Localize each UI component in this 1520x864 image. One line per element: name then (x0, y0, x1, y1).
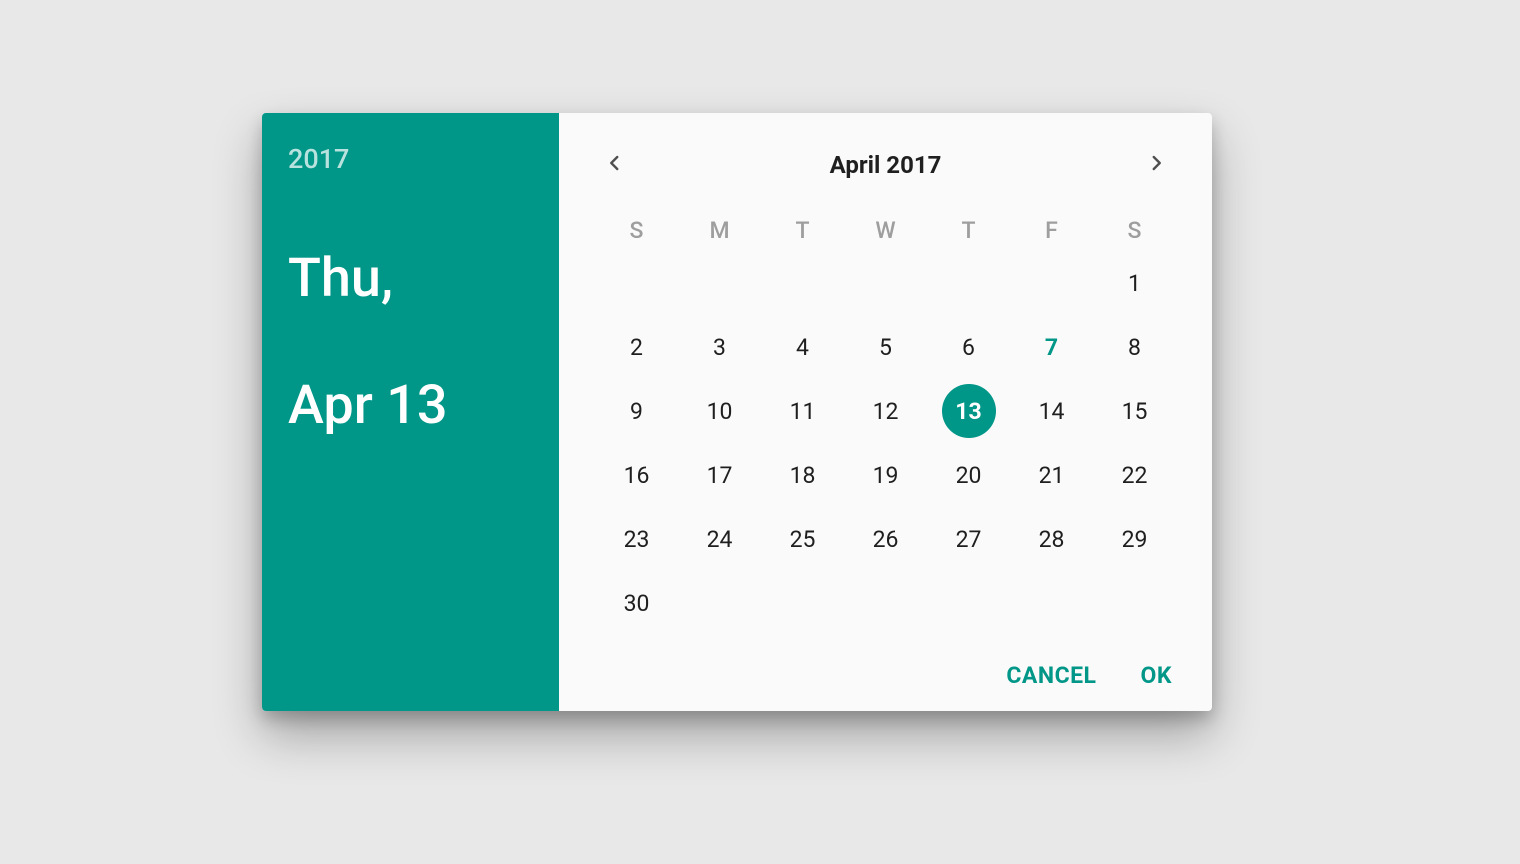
calendar-day[interactable]: 15 (1093, 381, 1176, 441)
calendar-day[interactable]: 1 (1093, 253, 1176, 313)
day-number: 11 (790, 398, 816, 425)
day-number: 3 (713, 334, 726, 361)
date-picker-dialog: 2017 Thu, Apr 13 April 2017 SMTWTFS 1234… (262, 113, 1212, 711)
cancel-button[interactable]: CANCEL (1006, 662, 1096, 689)
calendar-day[interactable]: 13 (927, 381, 1010, 441)
day-number: 16 (624, 462, 650, 489)
weekday-label: M (678, 207, 761, 253)
calendar-panel: April 2017 SMTWTFS 123456789101112131415… (559, 113, 1212, 711)
dialog-actions: CANCEL OK (595, 642, 1176, 689)
day-number: 27 (956, 526, 982, 553)
calendar-day[interactable]: 28 (1010, 509, 1093, 569)
calendar-day[interactable]: 4 (761, 317, 844, 377)
calendar-day[interactable]: 5 (844, 317, 927, 377)
selected-date-line1: Thu, (288, 247, 393, 310)
day-number: 21 (1039, 462, 1065, 489)
calendar-day[interactable]: 8 (1093, 317, 1176, 377)
calendar-day[interactable]: 29 (1093, 509, 1176, 569)
weekday-label: F (1010, 207, 1093, 253)
calendar-day[interactable]: 6 (927, 317, 1010, 377)
day-number: 4 (796, 334, 809, 361)
day-number: 19 (873, 462, 899, 489)
calendar-day[interactable]: 22 (1093, 445, 1176, 505)
empty-day-cell (927, 253, 1010, 313)
calendar-day[interactable]: 3 (678, 317, 761, 377)
day-number: 28 (1039, 526, 1065, 553)
day-number: 12 (873, 398, 899, 425)
day-number: 10 (707, 398, 733, 425)
day-number: 15 (1122, 398, 1148, 425)
ok-button[interactable]: OK (1141, 662, 1172, 689)
day-number: 13 (955, 398, 981, 425)
calendar-day[interactable]: 10 (678, 381, 761, 441)
day-number: 2 (630, 334, 643, 361)
day-number: 25 (790, 526, 816, 553)
month-year-label: April 2017 (830, 151, 942, 179)
calendar-day[interactable]: 23 (595, 509, 678, 569)
next-month-button[interactable] (1136, 145, 1176, 185)
calendar-day[interactable]: 27 (927, 509, 1010, 569)
empty-day-cell (595, 253, 678, 313)
weekday-header-row: SMTWTFS (595, 207, 1176, 253)
calendar-day[interactable]: 26 (844, 509, 927, 569)
calendar-day[interactable]: 21 (1010, 445, 1093, 505)
day-number: 18 (790, 462, 816, 489)
calendar-day[interactable]: 16 (595, 445, 678, 505)
calendar-day[interactable]: 9 (595, 381, 678, 441)
calendar-day[interactable]: 11 (761, 381, 844, 441)
calendar-day[interactable]: 19 (844, 445, 927, 505)
day-number: 9 (630, 398, 643, 425)
calendar-day[interactable]: 2 (595, 317, 678, 377)
calendar-day[interactable]: 7 (1010, 317, 1093, 377)
selected-date[interactable]: Thu, Apr 13 (288, 183, 533, 438)
empty-day-cell (1010, 253, 1093, 313)
chevron-right-icon (1147, 154, 1165, 176)
day-number: 7 (1045, 334, 1058, 361)
weekday-label: S (1093, 207, 1176, 253)
day-number: 30 (624, 590, 650, 617)
weekday-label: T (927, 207, 1010, 253)
selected-year[interactable]: 2017 (288, 143, 533, 175)
calendar-day[interactable]: 14 (1010, 381, 1093, 441)
calendar-day[interactable]: 25 (761, 509, 844, 569)
day-number: 8 (1128, 334, 1141, 361)
calendar-day[interactable]: 20 (927, 445, 1010, 505)
empty-day-cell (761, 253, 844, 313)
weekday-label: W (844, 207, 927, 253)
calendar-day[interactable]: 24 (678, 509, 761, 569)
weekday-label: S (595, 207, 678, 253)
selected-date-line2: Apr 13 (288, 374, 448, 437)
calendar-days-grid: 1234567891011121314151617181920212223242… (595, 253, 1176, 633)
calendar-day[interactable]: 17 (678, 445, 761, 505)
day-number: 29 (1122, 526, 1148, 553)
day-number: 26 (873, 526, 899, 553)
day-number: 20 (956, 462, 982, 489)
day-number: 24 (707, 526, 733, 553)
day-number: 1 (1128, 270, 1141, 297)
date-display-panel: 2017 Thu, Apr 13 (262, 113, 559, 711)
calendar-day[interactable]: 30 (595, 573, 678, 633)
day-number: 22 (1122, 462, 1148, 489)
chevron-left-icon (606, 154, 624, 176)
calendar-day[interactable]: 18 (761, 445, 844, 505)
calendar-day[interactable]: 12 (844, 381, 927, 441)
day-number: 14 (1039, 398, 1065, 425)
day-number: 23 (624, 526, 650, 553)
month-navigation: April 2017 (595, 135, 1176, 195)
day-number: 17 (707, 462, 733, 489)
day-number: 5 (879, 334, 892, 361)
day-number: 6 (962, 334, 975, 361)
weekday-label: T (761, 207, 844, 253)
previous-month-button[interactable] (595, 145, 635, 185)
empty-day-cell (844, 253, 927, 313)
empty-day-cell (678, 253, 761, 313)
